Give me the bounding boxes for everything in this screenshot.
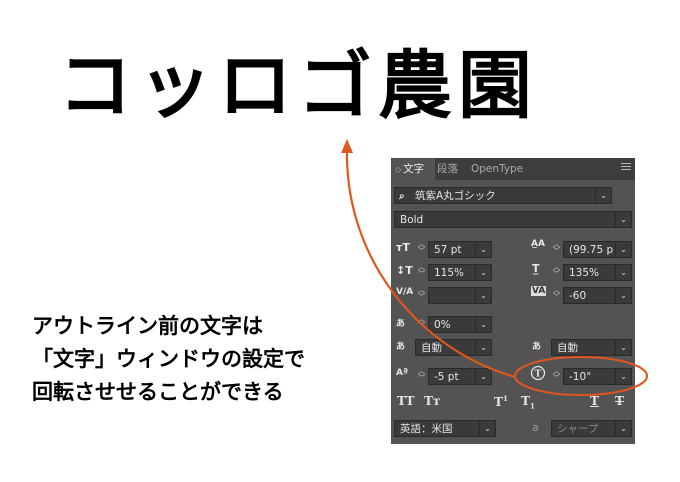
collapse-icon[interactable]: ◇ [395, 165, 401, 174]
font-size-icon: ᴛT [396, 241, 410, 254]
font-style-value: Bold [400, 214, 424, 226]
font-size-stepper[interactable]: ︿ ﹀ [417, 241, 426, 256]
leading-value: (99.75 p [569, 244, 614, 256]
horizontal-scale-icon: T̲ [532, 262, 540, 275]
kerning-field[interactable]: ⌄ [428, 287, 492, 304]
caption-line-1: アウトライン前の文字は [32, 314, 263, 338]
chevron-down-icon: ⌄ [475, 369, 491, 384]
aki-right-select[interactable]: 自動 ⌄ [551, 339, 632, 356]
font-family-value: 筑紫A丸ゴシック [415, 190, 496, 202]
horizontal-scale-value: 135% [569, 267, 600, 279]
font-style-select[interactable]: Bold ⌄ [394, 211, 632, 228]
vertical-scale-icon: ↕T [396, 264, 413, 277]
chevron-down-icon: ⌄ [475, 242, 491, 257]
tsume-stepper[interactable]: ︿ ﹀ [417, 316, 426, 331]
chevron-down-icon: ⌄ [615, 242, 631, 257]
tab-paragraph[interactable]: 段落 [437, 158, 467, 180]
headline-logo-text: コッロゴ農園 [58, 43, 538, 129]
language-value: 英語：米国 [400, 423, 453, 435]
caption-text: アウトライン前の文字は 「文字」ウィンドウの設定で 回転させせることができる [32, 310, 372, 409]
tab-opentype-label: OpenType [471, 163, 524, 175]
chevron-down-icon: ⌄ [475, 265, 491, 280]
vertical-scale-value: 115% [434, 267, 465, 279]
tab-opentype[interactable]: OpenType [471, 158, 535, 180]
baseline-shift-value: -5 pt [434, 371, 459, 383]
superscript-icon[interactable]: T1 [494, 394, 508, 409]
tab-character-label: 文字 [403, 163, 425, 175]
antialias-value: シャープ [557, 423, 599, 435]
leading-stepper[interactable]: ︿ ﹀ [552, 241, 561, 256]
tracking-field[interactable]: -60 ⌄ [563, 287, 632, 304]
aki-right-icon: あ [532, 342, 542, 352]
font-size-field[interactable]: 57 pt ⌄ [428, 241, 492, 258]
chevron-down-icon: ⌄ [595, 188, 611, 203]
chevron-down-icon: ⌄ [615, 212, 631, 227]
font-size-value: 57 pt [434, 244, 462, 256]
tsume-field[interactable]: 0% ⌄ [428, 316, 492, 333]
tsume-icon: あ [396, 319, 406, 329]
all-caps-icon[interactable]: TT [397, 394, 414, 408]
svg-text:T: T [535, 370, 542, 380]
arrowhead [341, 139, 353, 153]
font-family-select[interactable]: ⌕ 筑紫A丸ゴシック ⌄ [394, 187, 612, 204]
chevron-down-icon: ⌄ [615, 288, 631, 303]
baseline-shift-field[interactable]: -5 pt ⌄ [428, 368, 492, 385]
kerning-stepper[interactable]: ︿ ﹀ [417, 287, 426, 302]
baseline-shift-stepper[interactable]: ︿ ﹀ [417, 368, 426, 383]
tracking-icon: VA [531, 286, 547, 296]
aki-left-select[interactable]: 自動 ⌄ [415, 339, 492, 356]
chevron-down-icon: ⌄ [615, 265, 631, 280]
type-style-buttons: TT Tт T1 T1 T T [391, 394, 635, 410]
chevron-down-icon: ⌄ [475, 340, 491, 355]
leading-icon: A̲A [531, 239, 545, 249]
chevron-down-icon: ⌄ [615, 340, 631, 355]
small-caps-icon[interactable]: Tт [424, 394, 440, 408]
aki-right-value: 自動 [557, 342, 578, 354]
aki-left-value: 自動 [421, 342, 442, 354]
underline-icon[interactable]: T [590, 394, 599, 408]
tracking-value: -60 [569, 290, 587, 302]
character-rotation-value: -10° [569, 371, 592, 383]
strikethrough-icon[interactable]: T [615, 394, 624, 408]
kerning-icon: V/A [396, 287, 414, 297]
subscript-icon[interactable]: T1 [521, 394, 535, 410]
horizontal-scale-field[interactable]: 135% ⌄ [563, 264, 632, 281]
antialias-icon: a [532, 421, 539, 434]
character-rotation-icon: T [530, 365, 546, 381]
character-panel: ◇ 文字 段落 OpenType ⌕ 筑紫A丸ゴシック ⌄ Bold ⌄ ᴛT ︿… [391, 158, 635, 444]
antialias-select[interactable]: シャープ ⌄ [551, 420, 632, 437]
panel-menu-icon[interactable] [621, 163, 631, 173]
vertical-scale-stepper[interactable]: ︿ ﹀ [417, 264, 426, 279]
caption-line-2: 「文字」ウィンドウの設定で [32, 347, 305, 371]
search-icon: ⌕ [399, 191, 405, 202]
chevron-down-icon: ⌄ [475, 317, 491, 332]
horizontal-scale-stepper[interactable]: ︿ ﹀ [552, 264, 561, 279]
caption-line-3: 回転させせることができる [32, 380, 284, 404]
chevron-down-icon: ⌄ [615, 369, 631, 384]
character-rotation-stepper[interactable]: ︿ ﹀ [552, 368, 561, 383]
character-rotation-field[interactable]: -10° ⌄ [563, 368, 632, 385]
tracking-stepper[interactable]: ︿ ﹀ [552, 287, 561, 302]
chevron-down-icon: ⌄ [615, 421, 631, 436]
tab-paragraph-label: 段落 [437, 163, 458, 175]
tsume-value: 0% [434, 319, 451, 331]
leading-field[interactable]: (99.75 p ⌄ [563, 241, 632, 258]
aki-left-icon: あ [396, 342, 406, 352]
vertical-scale-field[interactable]: 115% ⌄ [428, 264, 492, 281]
panel-tab-bar: ◇ 文字 段落 OpenType [391, 158, 635, 180]
chevron-down-icon: ⌄ [475, 288, 491, 303]
language-select[interactable]: 英語：米国 ⌄ [394, 420, 496, 437]
chevron-down-icon: ⌄ [479, 421, 495, 436]
tab-character[interactable]: ◇ 文字 [391, 158, 435, 180]
baseline-shift-icon: Aª [396, 368, 409, 378]
